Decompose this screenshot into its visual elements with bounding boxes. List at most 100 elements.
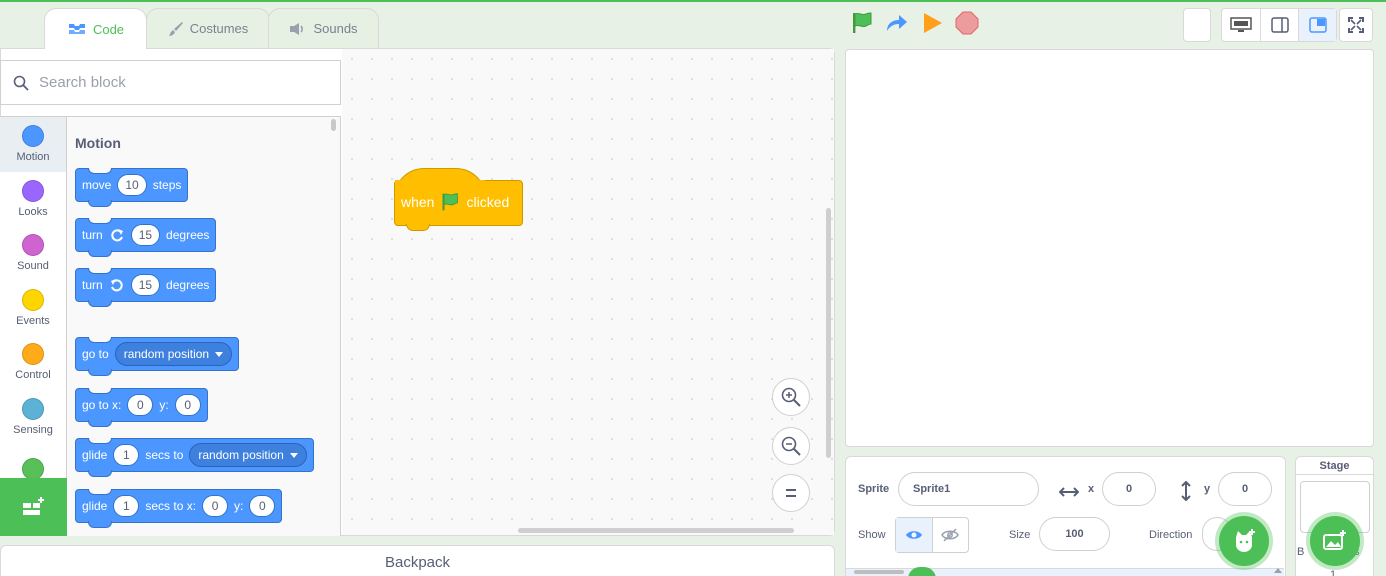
sprite-list-scrollbar[interactable] — [854, 570, 904, 574]
script-workspace[interactable] — [342, 49, 834, 535]
sprite-name-input[interactable] — [913, 483, 1038, 495]
zoom-in-icon — [781, 387, 801, 407]
palette-section-title: Motion — [75, 135, 121, 151]
small-mode-box[interactable] — [1183, 8, 1211, 42]
block-palette: Motion move 10 steps turn 15 degrees tur… — [67, 116, 341, 536]
target-dropdown[interactable]: random position — [189, 443, 307, 467]
category-events[interactable]: Events — [0, 281, 66, 336]
zoom-in-button[interactable] — [772, 378, 810, 416]
degrees-input[interactable]: 15 — [130, 224, 161, 246]
target-dropdown[interactable]: random position — [114, 342, 233, 366]
dropdown-value: random position — [123, 347, 210, 361]
green-flag-button[interactable] — [849, 10, 875, 36]
category-label: Looks — [18, 205, 48, 218]
run-button[interactable] — [919, 10, 945, 36]
go-to-xy-block[interactable]: go to x: 0 y: 0 — [75, 388, 208, 427]
events-category-icon — [22, 288, 44, 311]
block-text: go to x: — [82, 398, 122, 412]
operators-category-icon — [22, 458, 44, 481]
x-field[interactable] — [1102, 472, 1156, 506]
y-field[interactable] — [1218, 472, 1272, 506]
y-input[interactable]: 0 — [249, 495, 276, 517]
secs-input[interactable]: 1 — [113, 444, 140, 466]
small-stage-button[interactable] — [1260, 9, 1298, 41]
add-extension-icon — [22, 497, 44, 515]
category-sensing[interactable]: Sensing — [0, 390, 66, 445]
green-flag-icon — [853, 12, 872, 33]
palette-scrollbar[interactable] — [331, 119, 336, 131]
search-input[interactable] — [39, 74, 319, 91]
dropdown-value: random position — [198, 448, 284, 462]
glide-to-block[interactable]: glide 1 secs to random position — [75, 438, 314, 477]
go-to-block[interactable]: go to random position — [75, 337, 240, 376]
search-box[interactable] — [0, 60, 341, 105]
tab-costumes[interactable]: Costumes — [146, 8, 270, 48]
stage-selector-title: Stage — [1296, 457, 1373, 475]
presentation-mode-button[interactable] — [1222, 9, 1260, 41]
speaker-icon — [290, 22, 304, 35]
secs-input[interactable]: 1 — [113, 495, 140, 517]
category-label: Sensing — [13, 423, 53, 436]
equals-icon — [786, 489, 796, 497]
sprite-name-field[interactable] — [898, 472, 1039, 506]
choose-backdrop-button[interactable] — [1310, 516, 1360, 566]
glide-to-xy-block[interactable]: glide 1 secs to x: 0 y: 0 — [75, 489, 283, 528]
backdrops-label-left: B — [1297, 546, 1305, 558]
fullscreen-button[interactable] — [1339, 8, 1373, 42]
y-input[interactable] — [1219, 483, 1271, 495]
size-field[interactable] — [1039, 517, 1110, 551]
horizontal-arrows-icon — [1059, 487, 1079, 497]
degrees-input[interactable]: 15 — [130, 274, 161, 296]
show-hidden-button[interactable] — [933, 518, 969, 552]
block-text: steps — [152, 178, 182, 192]
steps-input[interactable]: 10 — [117, 174, 147, 196]
backpack-label: Backpack — [384, 554, 451, 571]
choose-sprite-button[interactable] — [1219, 516, 1269, 566]
zoom-reset-button[interactable] — [772, 474, 810, 512]
category-control[interactable]: Control — [0, 335, 66, 390]
block-text: degrees — [166, 228, 210, 242]
search-icon — [13, 75, 29, 91]
scroll-up-icon[interactable] — [1274, 568, 1282, 573]
stage-canvas[interactable] — [845, 49, 1374, 447]
category-label: Control — [15, 369, 51, 382]
brush-icon — [168, 21, 183, 36]
block-text: move — [82, 178, 112, 192]
category-sound[interactable]: Sound — [0, 226, 66, 281]
x-input[interactable]: 0 — [127, 394, 154, 416]
zoom-out-button[interactable] — [772, 427, 810, 465]
workspace-vertical-scrollbar[interactable] — [826, 208, 831, 458]
x-input[interactable]: 0 — [202, 495, 229, 517]
tab-sounds[interactable]: Sounds — [268, 8, 379, 48]
turn-right-block[interactable]: turn 15 degrees — [75, 218, 217, 257]
block-text: y: — [159, 398, 169, 412]
run-triangle-icon — [924, 13, 942, 33]
show-visible-button[interactable] — [896, 518, 933, 552]
show-label: Show — [858, 529, 886, 541]
turn-left-block[interactable]: turn 15 degrees — [75, 268, 217, 307]
size-input[interactable] — [1040, 528, 1109, 540]
turbo-arrow-icon — [887, 15, 907, 31]
green-flag-icon — [442, 193, 459, 211]
add-extension-button[interactable] — [0, 478, 67, 536]
category-menu: Motion Looks Sound Events Control Sensin… — [0, 116, 67, 536]
tab-code[interactable]: Code — [44, 8, 147, 49]
stop-button[interactable] — [954, 10, 980, 36]
backdrop-add-icon — [1323, 530, 1346, 550]
cat-add-icon — [1236, 529, 1255, 552]
x-input[interactable] — [1103, 483, 1155, 495]
y-input[interactable]: 0 — [174, 394, 201, 416]
backpack-panel[interactable]: Backpack — [0, 545, 835, 576]
y-label: y — [1204, 483, 1211, 495]
category-motion[interactable]: Motion — [0, 117, 66, 172]
move-steps-block[interactable]: move 10 steps — [75, 168, 189, 207]
workspace-horizontal-scrollbar[interactable] — [518, 528, 794, 533]
direction-label: Direction — [1149, 529, 1193, 541]
block-text: when — [401, 194, 435, 210]
when-flag-clicked-block[interactable]: when clicked — [394, 168, 523, 231]
block-text: turn — [82, 278, 103, 292]
turbo-button[interactable] — [884, 10, 910, 36]
category-looks[interactable]: Looks — [0, 172, 66, 227]
block-text: y: — [234, 499, 244, 513]
large-stage-button[interactable] — [1298, 9, 1336, 41]
